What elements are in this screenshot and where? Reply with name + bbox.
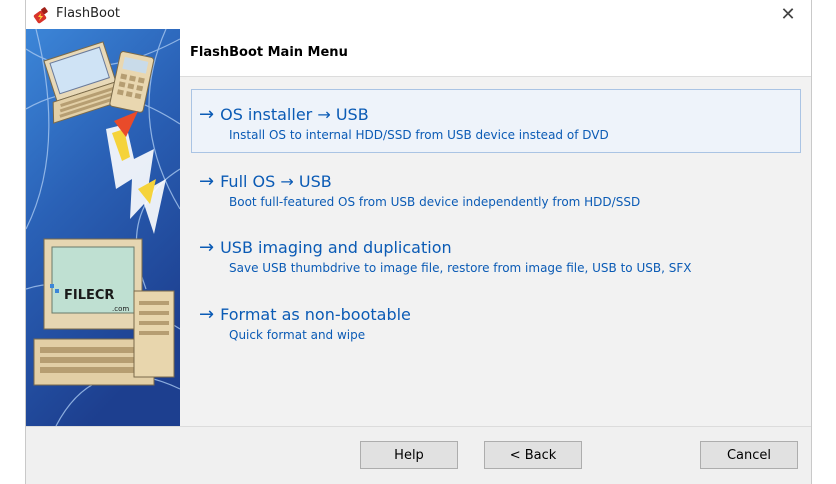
help-button[interactable]: Help: [360, 441, 458, 469]
arrow-right-icon: →: [199, 171, 215, 192]
arrow-right-icon: →: [199, 304, 215, 325]
menu-item-format[interactable]: → Format as non-bootable Quick format an…: [191, 289, 801, 353]
menu-item-desc: Boot full-featured OS from USB device in…: [229, 195, 641, 209]
watermark-sub: .com: [112, 305, 129, 313]
cancel-button[interactable]: Cancel: [700, 441, 798, 469]
menu-item-desc: Save USB thumbdrive to image file, resto…: [229, 261, 692, 275]
menu-item-title: USB imaging and duplication: [220, 238, 452, 257]
banner-illustration: FILECR .com: [26, 29, 180, 426]
back-button[interactable]: < Back: [484, 441, 582, 469]
close-icon: ✕: [780, 4, 796, 25]
title-bar: FlashBoot ✕: [26, 0, 811, 29]
button-bar: Help < Back Cancel: [26, 427, 811, 484]
menu-item-desc: Install OS to internal HDD/SSD from USB …: [229, 128, 609, 142]
menu-item-title: OS installer → USB: [220, 105, 369, 124]
arrow-right-icon: →: [199, 104, 215, 125]
arrow-right-icon: →: [199, 237, 215, 258]
page-header: FlashBoot Main Menu: [180, 29, 811, 76]
menu-item-usb-imaging[interactable]: → USB imaging and duplication Save USB t…: [191, 222, 801, 286]
menu-item-os-installer[interactable]: → OS installer → USB Install OS to inter…: [191, 89, 801, 153]
menu-item-desc: Quick format and wipe: [229, 328, 366, 342]
menu-item-full-os[interactable]: → Full OS → USB Boot full-featured OS fr…: [191, 156, 801, 220]
side-banner: FILECR .com: [26, 29, 180, 426]
menu-item-title: Full OS → USB: [220, 172, 332, 191]
close-button[interactable]: ✕: [765, 0, 811, 29]
menu-content: → OS installer → USB Install OS to inter…: [180, 77, 811, 426]
page-title: FlashBoot Main Menu: [190, 45, 348, 60]
menu-item-title: Format as non-bootable: [220, 305, 411, 324]
watermark-text: FILECR: [64, 288, 114, 303]
flashboot-window: FlashBoot ✕ FILECR .com FlashBoot Main M…: [25, 0, 812, 484]
window-title: FlashBoot: [56, 6, 120, 21]
flashboot-app-icon: [33, 7, 48, 24]
